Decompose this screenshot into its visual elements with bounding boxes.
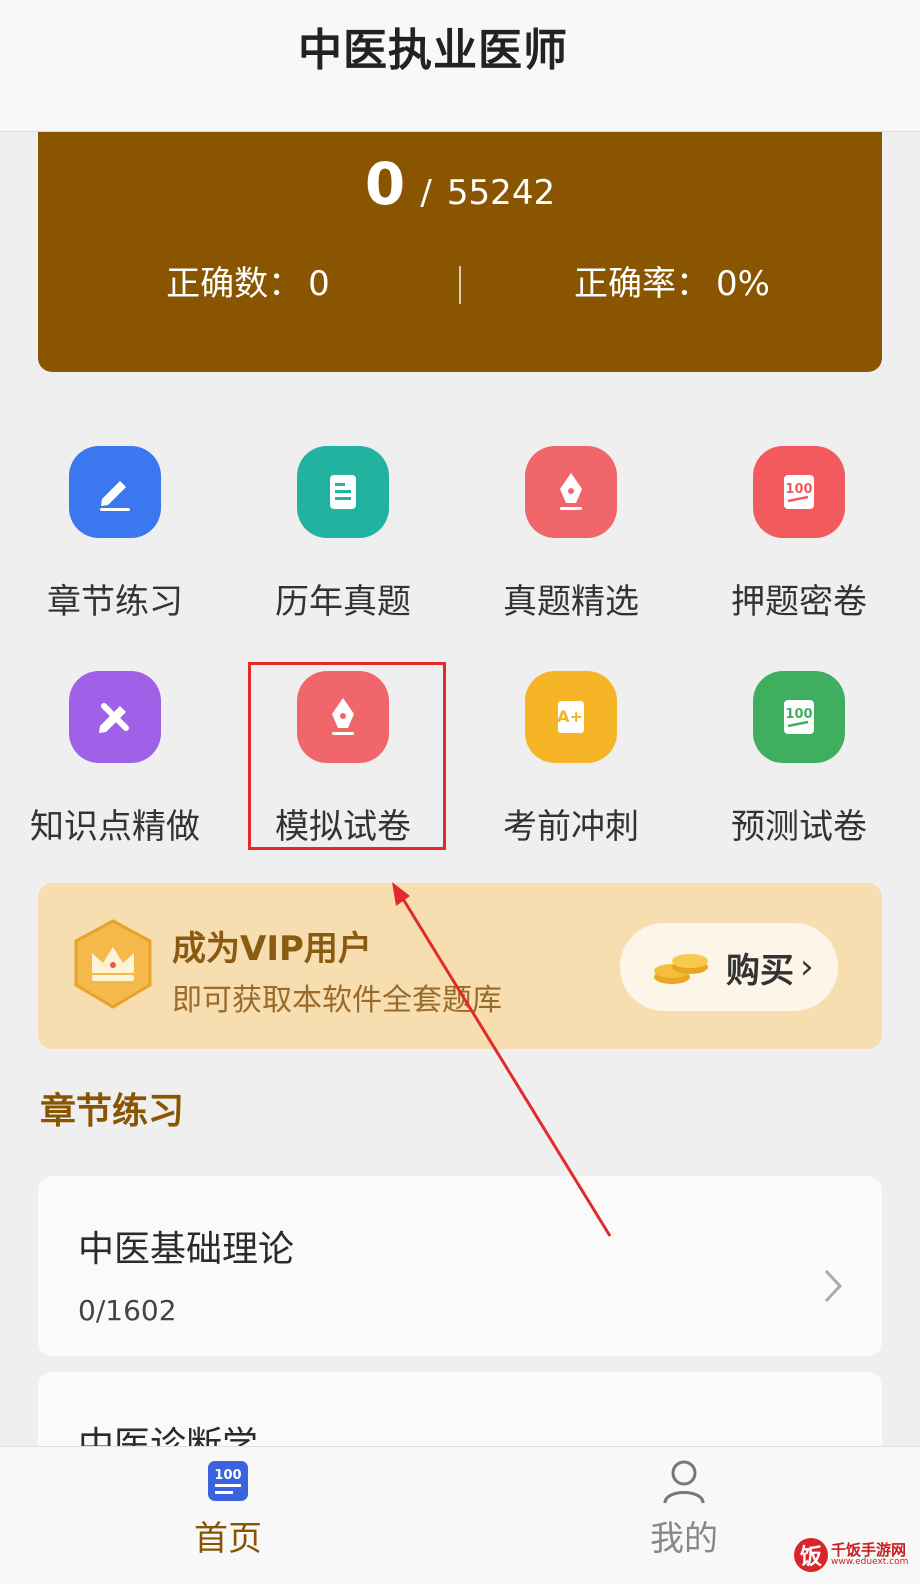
watermark-name: 千饭手游网 — [831, 1541, 907, 1559]
site-watermark: 饭 千饭手游网 www.eduext.com — [794, 1532, 914, 1578]
user-profile-icon — [663, 1460, 705, 1504]
bottom-tab-bar: 100 首页 我的 — [0, 1446, 920, 1584]
tab-label: 首页 — [194, 1519, 262, 1559]
svg-text:100: 100 — [214, 1468, 241, 1483]
watermark-text: 千饭手游网 www.eduext.com — [831, 1543, 908, 1567]
tab-home[interactable]: 100 首页 — [128, 1447, 328, 1584]
tab-profile[interactable]: 我的 — [584, 1447, 784, 1584]
watermark-logo: 饭 — [794, 1538, 828, 1572]
watermark-url: www.eduext.com — [831, 1557, 909, 1567]
score-100-tab-icon: 100 — [208, 1461, 248, 1501]
annotation-arrow — [392, 882, 612, 1237]
tab-label: 我的 — [650, 1519, 718, 1559]
